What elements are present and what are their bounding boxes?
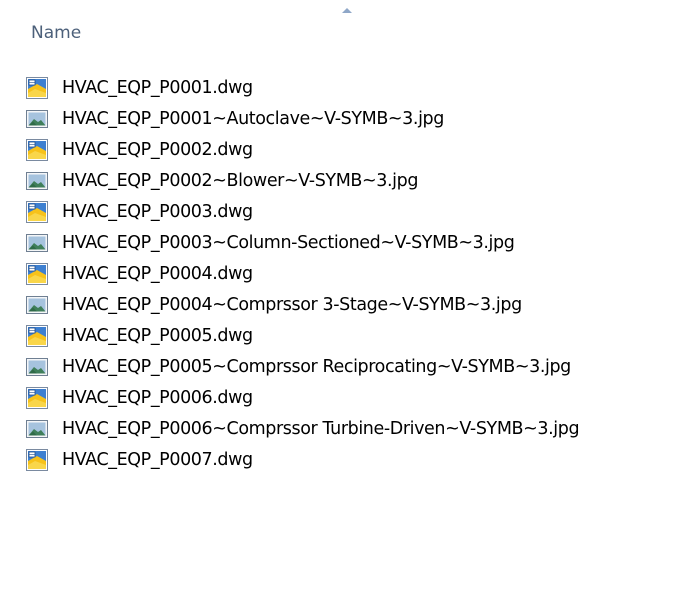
dwg-file-icon (26, 263, 48, 285)
file-name-label: HVAC_EQP_P0003~Column-Sectioned~V-SYMB~3… (62, 233, 515, 253)
jpg-file-icon (26, 294, 48, 316)
file-name-label: HVAC_EQP_P0003.dwg (62, 202, 253, 222)
file-list-item[interactable]: HVAC_EQP_P0005.dwg (0, 321, 691, 352)
file-explorer-list-view: Name HVAC_EQP_P0001.dwg HVAC_EQP_P0001~A… (0, 0, 691, 590)
file-list: HVAC_EQP_P0001.dwg HVAC_EQP_P0001~Autocl… (0, 73, 691, 476)
file-list-item[interactable]: HVAC_EQP_P0003~Column-Sectioned~V-SYMB~3… (0, 228, 691, 259)
file-list-item[interactable]: HVAC_EQP_P0005~Comprssor Reciprocating~V… (0, 352, 691, 383)
file-name-label: HVAC_EQP_P0006~Comprssor Turbine-Driven~… (62, 419, 580, 439)
jpg-file-icon (26, 108, 48, 130)
file-list-item[interactable]: HVAC_EQP_P0003.dwg (0, 197, 691, 228)
dwg-file-icon (26, 139, 48, 161)
file-name-label: HVAC_EQP_P0002.dwg (62, 140, 253, 160)
dwg-file-icon (26, 77, 48, 99)
jpg-file-icon (26, 232, 48, 254)
file-name-label: HVAC_EQP_P0001~Autoclave~V-SYMB~3.jpg (62, 109, 444, 129)
jpg-file-icon (26, 170, 48, 192)
sort-ascending-icon (342, 8, 352, 13)
file-list-item[interactable]: HVAC_EQP_P0006~Comprssor Turbine-Driven~… (0, 414, 691, 445)
file-list-item[interactable]: HVAC_EQP_P0004~Comprssor 3-Stage~V-SYMB~… (0, 290, 691, 321)
file-list-item[interactable]: HVAC_EQP_P0001.dwg (0, 73, 691, 104)
file-name-label: HVAC_EQP_P0005~Comprssor Reciprocating~V… (62, 357, 571, 377)
name-column-header[interactable]: Name (0, 0, 691, 56)
file-name-label: HVAC_EQP_P0007.dwg (62, 450, 253, 470)
file-list-item[interactable]: HVAC_EQP_P0004.dwg (0, 259, 691, 290)
file-list-item[interactable]: HVAC_EQP_P0002~Blower~V-SYMB~3.jpg (0, 166, 691, 197)
dwg-file-icon (26, 449, 48, 471)
dwg-file-icon (26, 387, 48, 409)
file-list-item[interactable]: HVAC_EQP_P0007.dwg (0, 445, 691, 476)
file-list-item[interactable]: HVAC_EQP_P0001~Autoclave~V-SYMB~3.jpg (0, 104, 691, 135)
file-name-label: HVAC_EQP_P0004.dwg (62, 264, 253, 284)
file-name-label: HVAC_EQP_P0001.dwg (62, 78, 253, 98)
file-name-label: HVAC_EQP_P0004~Comprssor 3-Stage~V-SYMB~… (62, 295, 522, 315)
dwg-file-icon (26, 325, 48, 347)
file-list-item[interactable]: HVAC_EQP_P0002.dwg (0, 135, 691, 166)
jpg-file-icon (26, 418, 48, 440)
jpg-file-icon (26, 356, 48, 378)
file-name-label: HVAC_EQP_P0006.dwg (62, 388, 253, 408)
name-column-label: Name (31, 23, 82, 43)
file-name-label: HVAC_EQP_P0005.dwg (62, 326, 253, 346)
file-name-label: HVAC_EQP_P0002~Blower~V-SYMB~3.jpg (62, 171, 419, 191)
file-list-item[interactable]: HVAC_EQP_P0006.dwg (0, 383, 691, 414)
dwg-file-icon (26, 201, 48, 223)
